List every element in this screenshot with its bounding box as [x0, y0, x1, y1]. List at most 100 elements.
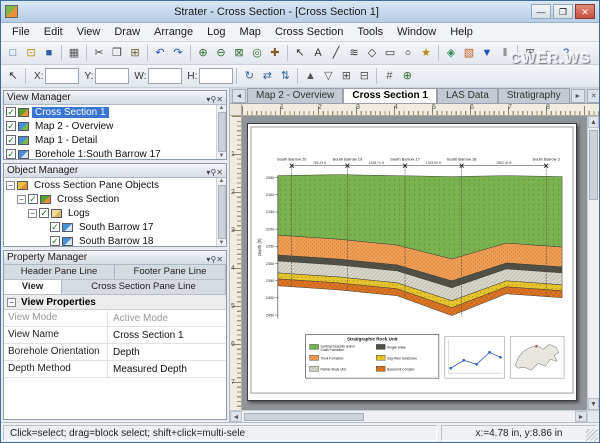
expander-icon[interactable]: −: [7, 298, 16, 307]
menu-log[interactable]: Log: [200, 24, 232, 40]
checkbox[interactable]: ✓: [6, 135, 16, 145]
pointer-icon[interactable]: ↖: [4, 67, 22, 85]
scroll-up-icon[interactable]: ▲: [219, 178, 225, 184]
scroll-down-icon[interactable]: ▼: [219, 240, 225, 246]
doc-tab-las-data[interactable]: LAS Data: [437, 88, 498, 103]
new-document-icon[interactable]: □: [4, 44, 22, 62]
property-value[interactable]: Depth: [108, 347, 226, 358]
title-bar[interactable]: Strater - Cross Section - [Cross Section…: [1, 1, 599, 23]
polygon-tool-icon[interactable]: ◇: [363, 44, 381, 62]
close-icon[interactable]: ✕: [216, 168, 223, 177]
expander-icon[interactable]: −: [28, 209, 37, 218]
menu-view[interactable]: View: [70, 24, 108, 40]
save-file-icon[interactable]: ■: [40, 44, 58, 62]
cross-section-page[interactable]: South Barrow 20South Barrow 19South Barr…: [247, 123, 577, 401]
scroll-up-icon[interactable]: ▲: [219, 105, 225, 111]
property-tab-view[interactable]: View: [4, 280, 62, 294]
minimize-button[interactable]: —: [531, 4, 551, 19]
menu-edit[interactable]: Edit: [37, 24, 70, 40]
checkbox[interactable]: ✓: [39, 208, 49, 218]
scroll-thumb[interactable]: [218, 185, 226, 239]
object-manager-header[interactable]: Object Manager ▾⚲✕: [4, 164, 226, 178]
line-tool-icon[interactable]: ╱: [327, 44, 345, 62]
scroll-thumb[interactable]: [244, 413, 364, 421]
undo-icon[interactable]: ↶: [151, 44, 169, 62]
select-tool-icon[interactable]: ↖: [291, 44, 309, 62]
panel-scrollbar[interactable]: ▲▼: [216, 178, 226, 246]
checkbox[interactable]: ✓: [6, 149, 16, 159]
doc-tab-cross-section-1[interactable]: Cross Section 1: [343, 88, 437, 103]
expander-icon[interactable]: −: [6, 181, 15, 190]
object-item-logs[interactable]: −✓Logs: [4, 206, 216, 220]
scroll-track[interactable]: [588, 128, 599, 398]
zoom-fit-icon[interactable]: ◎: [248, 44, 266, 62]
scroll-down-icon[interactable]: ▼: [588, 398, 599, 410]
view-item-borehole-1-south-barrow-17[interactable]: ✓Borehole 1:South Barrow 17: [4, 147, 216, 159]
flip-vertical-icon[interactable]: ⇅: [276, 67, 294, 85]
text-tool-icon[interactable]: A: [309, 44, 327, 62]
cut-icon[interactable]: ✂: [90, 44, 108, 62]
close-icon[interactable]: ✕: [216, 255, 223, 264]
drawing-canvas[interactable]: South Barrow 20South Barrow 19South Barr…: [242, 116, 587, 410]
cross-section-view-icon[interactable]: ▧: [460, 44, 478, 62]
position-field-x[interactable]: [45, 68, 79, 84]
zoom-in-icon[interactable]: ⊕: [194, 44, 212, 62]
zoom-out-icon[interactable]: ⊖: [212, 44, 230, 62]
menu-map[interactable]: Map: [233, 24, 268, 40]
checkbox[interactable]: ✓: [6, 107, 16, 117]
menu-draw[interactable]: Draw: [107, 24, 147, 40]
property-value[interactable]: Active Mode: [108, 313, 226, 324]
maximize-button[interactable]: ❐: [553, 4, 573, 19]
panel-scrollbar[interactable]: ▲▼: [216, 105, 226, 159]
close-button[interactable]: ✕: [575, 4, 595, 19]
property-tab-footer-pane-line[interactable]: Footer Pane Line: [115, 265, 226, 279]
menu-window[interactable]: Window: [390, 24, 443, 40]
pan-icon[interactable]: ✚: [266, 44, 284, 62]
property-manager-header[interactable]: Property Manager ▾⚲✕: [4, 251, 226, 265]
zoom-window-icon[interactable]: ⊠: [230, 44, 248, 62]
menu-help[interactable]: Help: [443, 24, 480, 40]
checkbox[interactable]: ✓: [50, 236, 60, 246]
rotate-icon[interactable]: ↻: [240, 67, 258, 85]
cross-section-drawing[interactable]: South Barrow 20South Barrow 19South Barr…: [248, 124, 576, 400]
menu-tools[interactable]: Tools: [350, 24, 390, 40]
resize-grip[interactable]: [586, 429, 598, 441]
view-manager-header[interactable]: View Manager ▾⚲✕: [4, 91, 226, 105]
ungroup-icon[interactable]: ⊟: [355, 67, 373, 85]
horizontal-scrollbar[interactable]: ◄ ►: [230, 410, 587, 422]
map-view-icon[interactable]: ◈: [442, 44, 460, 62]
property-value[interactable]: Measured Depth: [108, 364, 226, 375]
flip-horizontal-icon[interactable]: ⇄: [258, 67, 276, 85]
property-value[interactable]: Cross Section 1: [108, 330, 226, 341]
view-item-map-1-detail[interactable]: ✓Map 1 - Detail: [4, 133, 216, 147]
scroll-thumb[interactable]: [218, 112, 226, 152]
scroll-down-icon[interactable]: ▼: [219, 153, 225, 159]
position-field-w[interactable]: [148, 68, 182, 84]
send-to-back-icon[interactable]: ▽: [319, 67, 337, 85]
symbol-tool-icon[interactable]: ★: [417, 44, 435, 62]
tab-scroll-left-button[interactable]: ◄: [232, 89, 246, 103]
view-item-cross-section-1[interactable]: ✓Cross Section 1: [4, 105, 216, 119]
zoom-level-icon[interactable]: ⊕: [398, 67, 416, 85]
rectangle-tool-icon[interactable]: ▭: [381, 44, 399, 62]
copy-icon[interactable]: ❐: [108, 44, 126, 62]
property-tab-cross-section-pane-line[interactable]: Cross Section Pane Line: [62, 280, 226, 294]
snap-grid-icon[interactable]: #: [380, 67, 398, 85]
expander-icon[interactable]: −: [17, 195, 26, 204]
paste-icon[interactable]: ⊞: [126, 44, 144, 62]
polyline-tool-icon[interactable]: ≋: [345, 44, 363, 62]
group-icon[interactable]: ⊞: [337, 67, 355, 85]
open-file-icon[interactable]: ⊡: [22, 44, 40, 62]
object-item-south-barrow-17[interactable]: ✓South Barrow 17: [4, 220, 216, 234]
close-icon[interactable]: ✕: [216, 95, 223, 104]
vertical-scrollbar[interactable]: ▲ ▼: [587, 116, 599, 410]
doc-tab-map-2-overview[interactable]: Map 2 - Overview: [247, 88, 343, 103]
position-field-h[interactable]: [199, 68, 233, 84]
object-item-south-barrow-18[interactable]: ✓South Barrow 18: [4, 234, 216, 246]
view-item-map-2-overview[interactable]: ✓Map 2 - Overview: [4, 119, 216, 133]
scroll-left-icon[interactable]: ◄: [230, 411, 242, 422]
object-item-cross-section[interactable]: −✓Cross Section: [4, 192, 216, 206]
checkbox[interactable]: ✓: [28, 194, 38, 204]
scroll-thumb[interactable]: [589, 130, 598, 200]
checkbox[interactable]: ✓: [6, 121, 16, 131]
